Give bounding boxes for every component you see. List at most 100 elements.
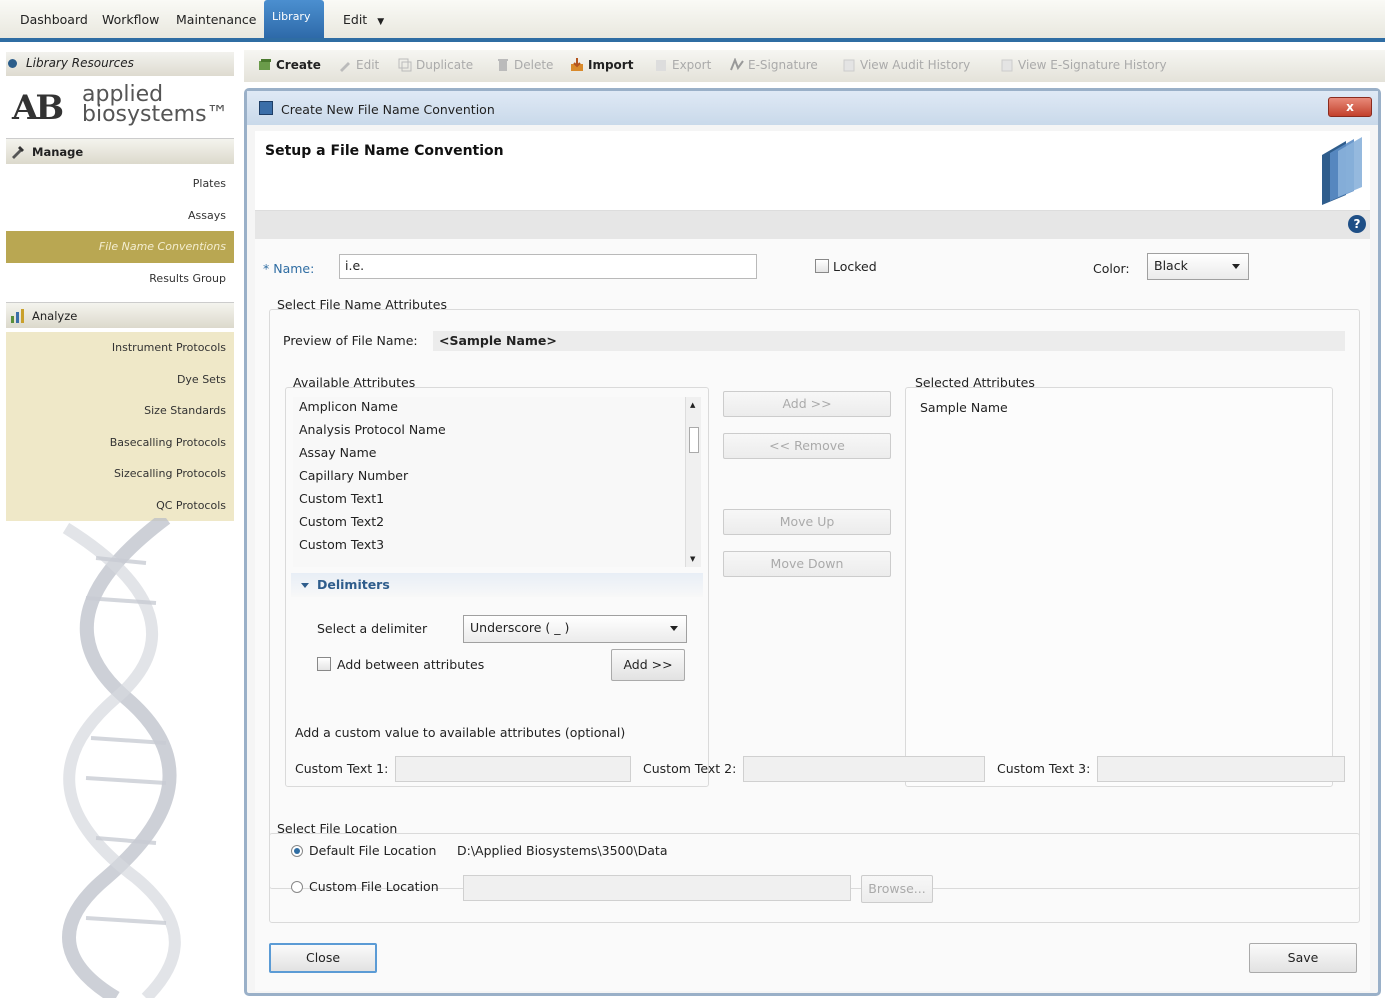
name-field-label: * Name: [263,261,315,276]
file-convention-wizard-icon [1322,137,1362,205]
dialog-titlebar: Create New File Name Convention x [247,91,1378,125]
signature-icon [730,58,744,71]
remove-attribute-button[interactable]: << Remove [723,433,891,459]
import-button[interactable]: Import [570,58,633,72]
sidebar-item-instrument-protocols[interactable]: Instrument Protocols [6,332,234,364]
list-item[interactable]: Sample Name [906,400,1332,423]
bullet-icon [8,59,17,68]
manage-label: Manage [32,145,84,159]
browse-button[interactable]: Browse... [861,875,933,903]
delimiter-select[interactable]: Underscore ( _ ) [463,615,687,643]
duplicate-label: Duplicate [416,58,474,72]
scroll-thumb[interactable] [689,427,699,453]
edit-label: Edit [356,58,380,72]
close-button[interactable]: Close [269,943,377,973]
delimiter-add-button[interactable]: Add >> [611,649,685,681]
list-item[interactable]: Custom Text2 [293,514,701,537]
move-up-button[interactable]: Move Up [723,509,891,535]
list-item[interactable]: Amplicon Name [293,399,701,422]
list-item[interactable]: Custom Text1 [293,491,701,514]
custom-text-2-label: Custom Text 2: [643,761,737,776]
audit-history-icon [843,59,855,72]
default-location-radio[interactable] [291,845,303,857]
logo-text-line2: biosystems™ [82,102,229,127]
sidebar-item-file-name-conventions[interactable]: File Name Conventions [6,231,234,263]
custom-location-radio[interactable] [291,881,303,893]
dna-helix-graphic [62,518,181,998]
sidebar-item-qc-protocols[interactable]: QC Protocols [6,490,234,522]
custom-text-2-input[interactable] [743,756,985,782]
custom-text-1-label: Custom Text 1: [295,761,389,776]
default-location-label: Default File Location [309,843,437,858]
nav-maintenance[interactable]: Maintenance [176,12,257,27]
export-icon [656,60,666,71]
nav-dashboard[interactable]: Dashboard [20,12,88,27]
help-icon[interactable]: ? [1348,215,1366,233]
custom-text-3-input[interactable] [1097,756,1345,782]
list-item[interactable]: Analysis Protocol Name [293,422,701,445]
trash-icon [498,59,508,71]
add-between-checkbox[interactable] [317,657,331,671]
top-navigation: Dashboard Workflow Maintenance Library E… [0,0,1385,42]
move-down-button[interactable]: Move Down [723,551,891,577]
sidebar-item-dye-sets[interactable]: Dye Sets [6,364,234,396]
available-attributes-list[interactable]: Amplicon Name Analysis Protocol Name Ass… [293,397,701,567]
nav-edit-menu[interactable]: Edit ▼ [343,12,384,27]
sidebar-item-plates[interactable]: Plates [6,168,234,200]
delimiters-label: Delimiters [317,577,390,592]
view-audit-history-button[interactable]: View Audit History [842,58,970,72]
sidebar-item-sizecalling-protocols[interactable]: Sizecalling Protocols [6,458,234,490]
selected-attributes-list[interactable]: Sample Name [905,387,1333,787]
header-divider-band [255,211,1370,239]
setup-header: Setup a File Name Convention [255,131,1370,211]
color-select[interactable]: Black [1147,253,1249,280]
default-location-path: D:\Applied Biosystems\3500\Data [457,843,668,858]
view-e-signature-history-label: View E-Signature History [1018,58,1167,72]
export-label: Export [672,58,712,72]
sidebar-item-assays[interactable]: Assays [6,200,234,232]
scroll-up-icon[interactable]: ▲ [690,401,695,409]
sidebar-item-results-group[interactable]: Results Group [6,263,234,295]
dialog-window-icon [259,101,273,115]
e-signature-button[interactable]: E-Signature [730,58,818,72]
dropdown-arrow-icon [1232,264,1240,269]
nav-library[interactable]: Library [264,0,324,38]
locked-label: Locked [833,259,877,274]
nav-workflow[interactable]: Workflow [102,12,159,27]
list-item[interactable]: Capillary Number [293,468,701,491]
analyze-section-header[interactable]: Analyze [6,302,234,328]
scroll-down-icon[interactable]: ▼ [690,555,695,563]
delimiters-expander[interactable]: Delimiters [291,573,703,597]
manage-section-header[interactable]: Manage [6,138,234,164]
save-button[interactable]: Save [1249,943,1357,973]
list-item[interactable]: Assay Name [293,445,701,468]
name-label-text: Name: [273,261,315,276]
custom-text-1-input[interactable] [395,756,631,782]
collapse-arrow-icon [301,583,309,588]
color-label: Color: [1093,261,1130,276]
close-window-button[interactable]: x [1328,97,1372,117]
duplicate-button[interactable]: Duplicate [398,58,473,72]
export-button[interactable]: Export [654,58,711,72]
preview-bar: <Sample Name> [433,331,1345,351]
view-e-signature-history-button[interactable]: View E-Signature History [1000,58,1167,72]
available-list-scrollbar[interactable]: ▲ ▼ [685,397,701,567]
edit-button[interactable]: Edit [338,58,379,72]
locked-checkbox[interactable] [815,259,829,273]
name-input[interactable]: i.e. [339,254,757,279]
manage-list: Plates Assays File Name Conventions Resu… [6,168,234,294]
list-item[interactable]: Custom Text3 [293,537,701,560]
delete-button[interactable]: Delete [496,58,553,72]
add-attribute-button[interactable]: Add >> [723,391,891,417]
sidebar-item-size-standards[interactable]: Size Standards [6,395,234,427]
logo-mark: AB [12,88,64,128]
delete-label: Delete [514,58,554,72]
create-button[interactable]: Create [258,58,321,72]
chart-icon [11,309,24,323]
sidebar-item-basecalling-protocols[interactable]: Basecalling Protocols [6,427,234,459]
nav-edit-label: Edit [343,12,368,27]
create-file-name-convention-dialog: Create New File Name Convention x Setup … [244,88,1381,996]
custom-location-input[interactable] [463,875,851,901]
custom-text-3-label: Custom Text 3: [997,761,1091,776]
pencil-icon [340,62,350,72]
